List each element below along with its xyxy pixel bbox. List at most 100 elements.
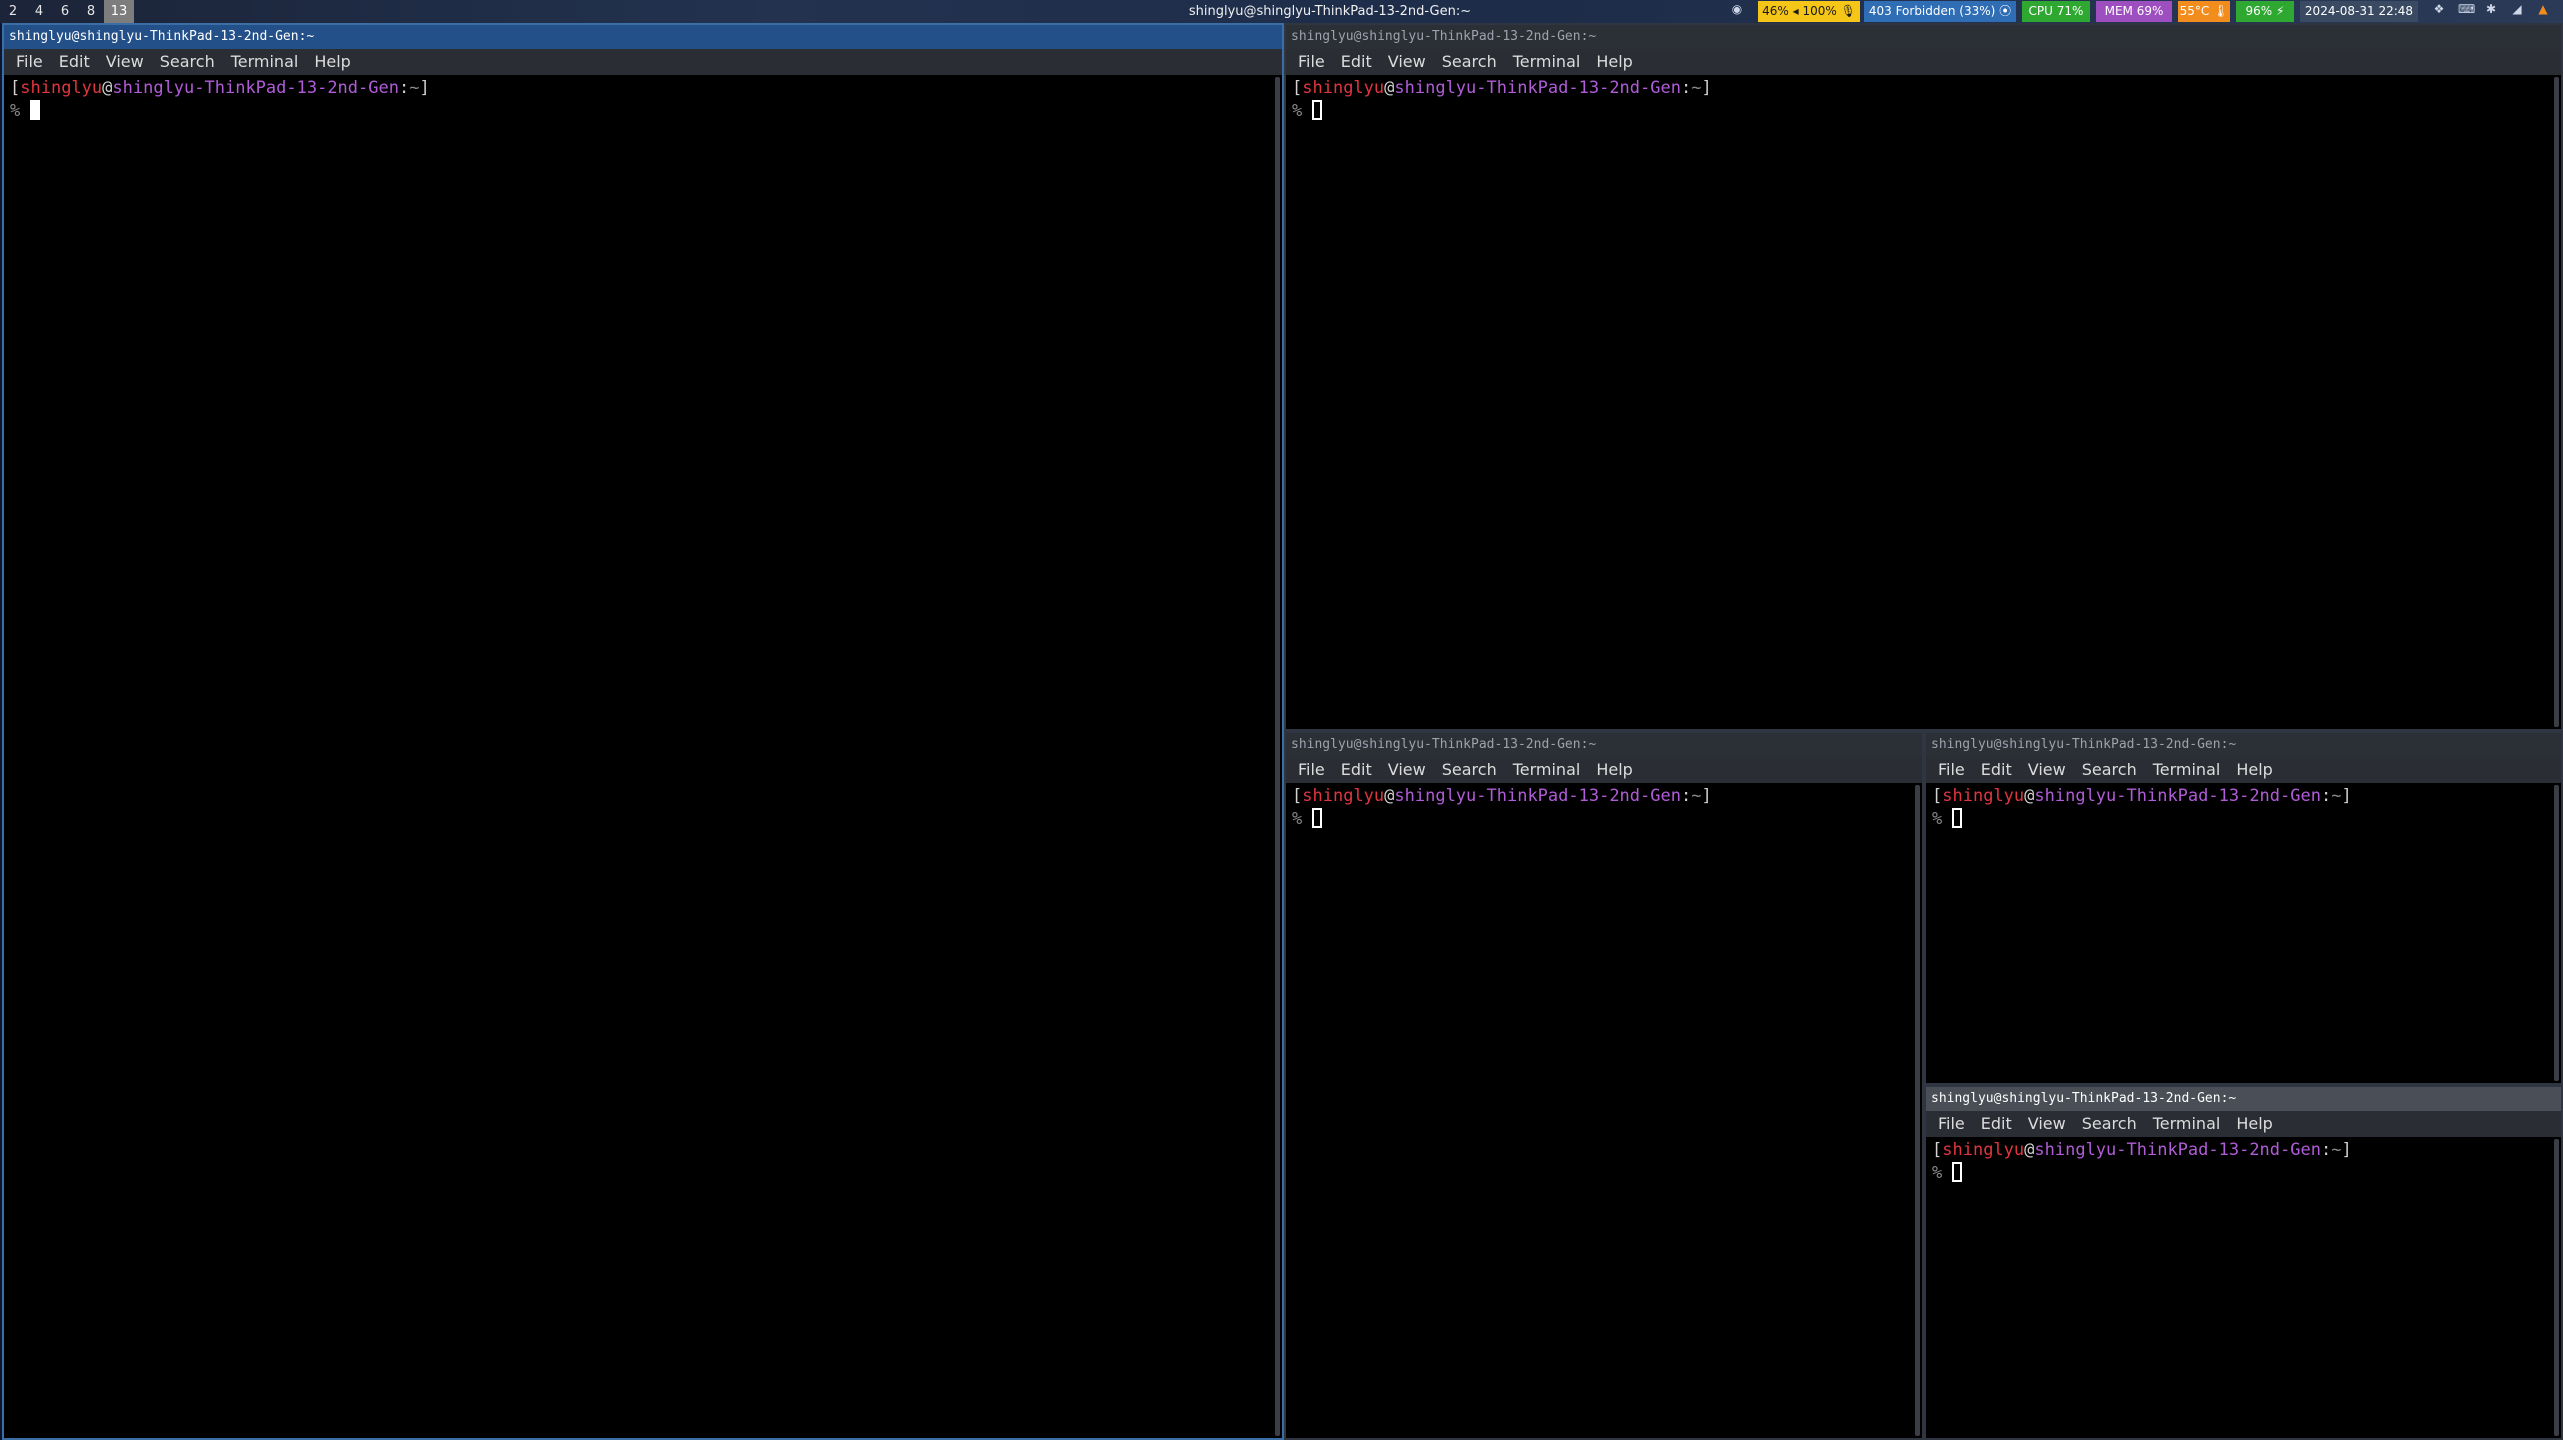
prompt-host: shinglyu-ThinkPad-13-2nd-Gen	[1394, 78, 1681, 98]
workspace-button-6[interactable]: 6	[52, 0, 78, 23]
menu-file[interactable]: File	[8, 49, 51, 75]
prompt-colon: :	[1680, 78, 1692, 98]
prompt-at: @	[2024, 786, 2035, 806]
terminal-content[interactable]: [shinglyu@shinglyu-ThinkPad-13-2nd-Gen:~…	[1292, 77, 2551, 123]
prompt-colon: :	[2320, 1140, 2332, 1160]
datetime-status-block[interactable]: 2024-08-31 22:48	[2300, 1, 2418, 22]
menu-search[interactable]: Search	[152, 49, 223, 75]
eye-icon[interactable]: ◉	[1730, 2, 1744, 16]
input-line: %	[1292, 808, 1912, 831]
terminal-window-bottom-middle[interactable]: shinglyu@shinglyu-ThinkPad-13-2nd-Gen:~ …	[1284, 731, 1924, 1440]
scrollbar[interactable]	[2554, 785, 2559, 1081]
prompt-symbol: %	[1932, 809, 1943, 829]
menu-terminal[interactable]: Terminal	[1505, 49, 1589, 75]
volume-status-block[interactable]: 46% ◂ 100% 🎙	[1758, 1, 1860, 22]
prompt-host: shinglyu-ThinkPad-13-2nd-Gen	[2034, 786, 2321, 806]
update-notifier-icon[interactable]: ▲	[2536, 2, 2550, 16]
scrollbar[interactable]	[2554, 77, 2559, 727]
menu-help[interactable]: Help	[1588, 757, 1640, 783]
prompt-at: @	[1384, 786, 1395, 806]
terminal-content[interactable]: [shinglyu@shinglyu-ThinkPad-13-2nd-Gen:~…	[1932, 1139, 2551, 1185]
terminal-title: shinglyu@shinglyu-ThinkPad-13-2nd-Gen:~	[1926, 733, 2561, 757]
terminal-window-bottom-right[interactable]: shinglyu@shinglyu-ThinkPad-13-2nd-Gen:~ …	[1924, 1085, 2563, 1440]
terminal-title: shinglyu@shinglyu-ThinkPad-13-2nd-Gen:~	[1286, 733, 1922, 757]
bluetooth-icon[interactable]: ✱	[2484, 2, 2498, 16]
terminal-window-top-right[interactable]: shinglyu@shinglyu-ThinkPad-13-2nd-Gen:~ …	[1284, 23, 2563, 731]
terminal-window-left[interactable]: shinglyu@shinglyu-ThinkPad-13-2nd-Gen:~ …	[2, 23, 1284, 1440]
menu-terminal[interactable]: Terminal	[1505, 757, 1589, 783]
terminal-content[interactable]: [shinglyu@shinglyu-ThinkPad-13-2nd-Gen:~…	[10, 77, 1272, 123]
prompt-host: shinglyu-ThinkPad-13-2nd-Gen	[2034, 1140, 2321, 1160]
prompt-user: shinglyu	[1302, 78, 1385, 98]
menu-view[interactable]: View	[1380, 757, 1434, 783]
prompt-user: shinglyu	[1942, 1140, 2025, 1160]
prompt-at: @	[1384, 78, 1395, 98]
menu-file[interactable]: File	[1930, 1111, 1973, 1137]
menu-bar: File Edit View Search Terminal Help	[1286, 49, 2561, 75]
menu-view[interactable]: View	[2020, 757, 2074, 783]
menu-terminal[interactable]: Terminal	[2145, 1111, 2229, 1137]
prompt-path: ~	[2331, 786, 2342, 806]
menu-edit[interactable]: Edit	[1333, 49, 1380, 75]
dropbox-icon[interactable]: ❖	[2432, 2, 2446, 16]
menu-search[interactable]: Search	[2074, 757, 2145, 783]
menu-search[interactable]: Search	[2074, 1111, 2145, 1137]
workspace-button-4[interactable]: 4	[26, 0, 52, 23]
menu-file[interactable]: File	[1290, 757, 1333, 783]
menu-help[interactable]: Help	[2228, 757, 2280, 783]
menu-edit[interactable]: Edit	[51, 49, 98, 75]
input-line: %	[1932, 1162, 2551, 1185]
menu-edit[interactable]: Edit	[1973, 757, 2020, 783]
prompt-line: [shinglyu@shinglyu-ThinkPad-13-2nd-Gen:~…	[10, 78, 430, 98]
terminal-content[interactable]: [shinglyu@shinglyu-ThinkPad-13-2nd-Gen:~…	[1292, 785, 1912, 831]
menu-bar: File Edit View Search Terminal Help	[1926, 1111, 2561, 1137]
temperature-status-block[interactable]: 55°C 🌡	[2178, 1, 2230, 22]
menu-edit[interactable]: Edit	[1333, 757, 1380, 783]
terminal-window-middle-right[interactable]: shinglyu@shinglyu-ThinkPad-13-2nd-Gen:~ …	[1924, 731, 2563, 1085]
memory-status-block[interactable]: MEM 69%	[2096, 1, 2172, 22]
menu-search[interactable]: Search	[1434, 757, 1505, 783]
prompt-at: @	[102, 78, 113, 98]
scrollbar[interactable]	[1275, 77, 1280, 1436]
menu-help[interactable]: Help	[2228, 1111, 2280, 1137]
cpu-status-block[interactable]: CPU 71%	[2022, 1, 2090, 22]
menu-terminal[interactable]: Terminal	[2145, 757, 2229, 783]
focused-window-title: shinglyu@shinglyu-ThinkPad-13-2nd-Gen:~	[1188, 4, 1472, 19]
scrollbar[interactable]	[2554, 1139, 2559, 1436]
menu-view[interactable]: View	[1380, 49, 1434, 75]
top-status-bar: 2 4 6 8 13 shinglyu@shinglyu-ThinkPad-13…	[0, 0, 2563, 23]
menu-edit[interactable]: Edit	[1973, 1111, 2020, 1137]
network-signal-icon[interactable]: ◢	[2510, 2, 2524, 16]
scrollbar[interactable]	[1915, 785, 1920, 1436]
wifi-status-block[interactable]: 403 Forbidden (33%) ⦿	[1864, 1, 2016, 22]
battery-status-block[interactable]: 96% ⚡	[2236, 1, 2294, 22]
prompt-line: [shinglyu@shinglyu-ThinkPad-13-2nd-Gen:~…	[1292, 786, 1712, 806]
prompt-path: ~	[2331, 1140, 2342, 1160]
text-cursor	[1312, 808, 1323, 828]
terminal-title: shinglyu@shinglyu-ThinkPad-13-2nd-Gen:~	[1926, 1087, 2561, 1111]
input-line: %	[1932, 808, 2551, 831]
workspace-button-8[interactable]: 8	[78, 0, 104, 23]
menu-search[interactable]: Search	[1434, 49, 1505, 75]
keyboard-icon[interactable]: ⌨	[2458, 2, 2475, 16]
menu-view[interactable]: View	[98, 49, 152, 75]
menu-help[interactable]: Help	[1588, 49, 1640, 75]
menu-bar: File Edit View Search Terminal Help	[1286, 757, 1922, 783]
prompt-symbol: %	[1932, 1163, 1943, 1183]
workspace-button-2[interactable]: 2	[0, 0, 26, 23]
prompt-colon: :	[2320, 786, 2332, 806]
prompt-user: shinglyu	[1942, 786, 2025, 806]
terminal-content[interactable]: [shinglyu@shinglyu-ThinkPad-13-2nd-Gen:~…	[1932, 785, 2551, 831]
menu-terminal[interactable]: Terminal	[223, 49, 307, 75]
text-cursor	[1312, 100, 1323, 120]
prompt-path: ~	[1691, 786, 1702, 806]
prompt-at: @	[2024, 1140, 2035, 1160]
workspace-button-13[interactable]: 13	[104, 0, 134, 23]
prompt-symbol: %	[10, 101, 21, 121]
input-line: %	[10, 100, 1272, 123]
menu-view[interactable]: View	[2020, 1111, 2074, 1137]
menu-file[interactable]: File	[1290, 49, 1333, 75]
prompt-colon: :	[398, 78, 410, 98]
menu-help[interactable]: Help	[306, 49, 358, 75]
menu-file[interactable]: File	[1930, 757, 1973, 783]
